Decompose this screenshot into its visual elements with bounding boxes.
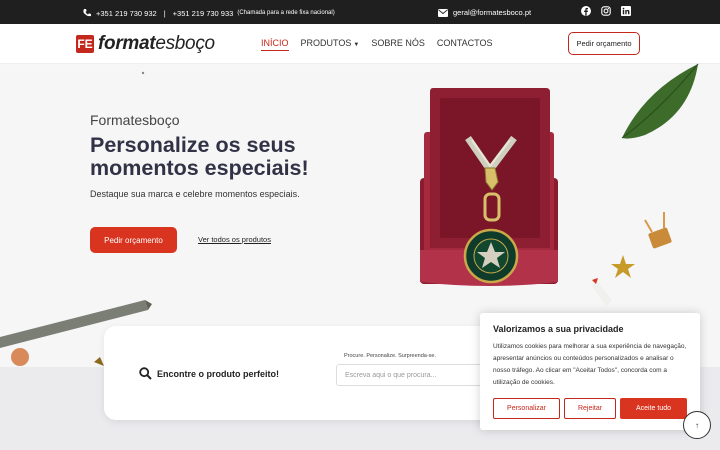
phone-2[interactable]: +351 219 730 933	[173, 9, 234, 18]
caret-down-icon: ▼	[353, 42, 360, 48]
all-products-link[interactable]: Ver todos os produtos	[198, 235, 271, 244]
phone-note: (Chamada para a rede fixa nacional)	[237, 10, 335, 16]
hero-quote-button[interactable]: Pedir orçamento	[90, 227, 177, 253]
hero-brand: Formatesboço	[90, 112, 180, 128]
nav-item-sobre-nos[interactable]: SOBRE NÓS	[371, 38, 425, 51]
phone-icon	[83, 9, 91, 17]
nav-item-contactos[interactable]: CONTACTOS	[437, 38, 493, 51]
reject-button[interactable]: Rejeitar	[564, 398, 616, 419]
phone-separator: |	[163, 8, 166, 18]
contact-email[interactable]: geral@formatesboco.pt	[438, 8, 531, 17]
arrow-up-icon: ↑	[695, 420, 699, 430]
logo-text-bold: format	[98, 33, 156, 54]
nav-item-produtos-label: PRODUTOS	[300, 38, 352, 48]
header-quote-button[interactable]: Pedir orçamento	[568, 32, 640, 55]
search-input[interactable]: Escreva aqui o que procura...	[336, 364, 496, 386]
email-link[interactable]: geral@formatesboco.pt	[453, 8, 531, 17]
facebook-icon[interactable]	[581, 6, 591, 16]
hero-subtitle: Destaque sua marca e celebre momentos es…	[90, 189, 300, 199]
cookie-title: Valorizamos a sua privacidade	[493, 324, 624, 334]
accept-all-button[interactable]: Aceite tudo	[620, 398, 687, 419]
logo[interactable]: FE formatesboço	[76, 33, 215, 55]
hero-title: Personalize os seus momentos especiais!	[90, 133, 309, 180]
nav-item-inicio[interactable]: INÍCIO	[261, 38, 289, 51]
contact-phones: +351 219 730 932 | +351 219 730 933 (Cha…	[82, 8, 335, 18]
linkedin-icon[interactable]	[621, 6, 631, 16]
search-hint: Procure. Personalize. Surpreenda-se.	[344, 353, 437, 359]
logo-text: formatesboço	[98, 33, 215, 55]
nav-item-produtos[interactable]: PRODUTOS ▼	[301, 38, 360, 51]
search-icon	[139, 367, 152, 380]
instagram-icon[interactable]	[601, 6, 611, 16]
main-nav: INÍCIO PRODUTOS ▼ SOBRE NÓS CONTACTOS	[261, 38, 493, 51]
product-search-card: Encontre o produto perfeito! Procure. Pe…	[104, 326, 504, 420]
top-bar: +351 219 730 932 | +351 219 730 933 (Cha…	[0, 0, 720, 24]
logo-text-light: esboço	[155, 33, 215, 54]
scroll-top-button[interactable]: ↑	[683, 411, 711, 439]
phone-1[interactable]: +351 219 730 932	[96, 9, 157, 18]
cookie-text: Utilizamos cookies para melhorar a sua e…	[493, 343, 687, 386]
cookie-banner: Valorizamos a sua privacidade Utilizamos…	[480, 313, 700, 430]
mail-icon	[438, 8, 448, 17]
search-title: Encontre o produto perfeito!	[157, 369, 279, 379]
customize-button[interactable]: Personalizar	[493, 398, 560, 419]
logo-mark: FE	[76, 35, 94, 53]
main-header: FE formatesboço INÍCIO PRODUTOS ▼ SOBRE N…	[0, 24, 720, 64]
social-links	[581, 6, 631, 16]
